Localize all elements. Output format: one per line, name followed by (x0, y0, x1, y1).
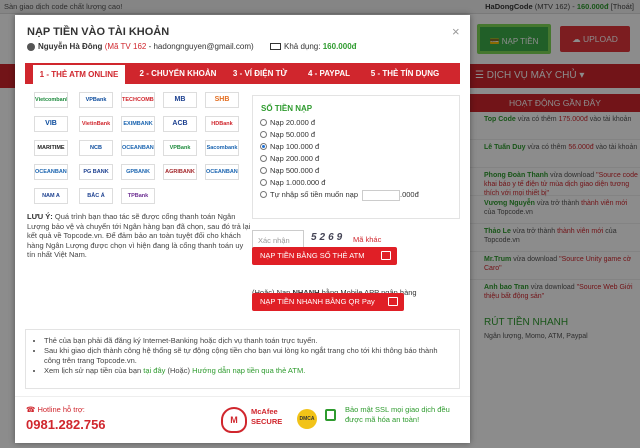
user-name: Nguyễn Hà Đông (38, 42, 103, 51)
bank-option[interactable]: ACB (163, 116, 197, 132)
amount-option-50k[interactable]: Nạp 50.000 đ (260, 129, 315, 140)
user-email: - hadongnguyen@gmail.com) (148, 42, 254, 51)
bank-option[interactable]: TPBank (121, 188, 155, 204)
info-item: Xem lịch sử nạp tiền của bạn tại đây (Ho… (44, 366, 454, 376)
amount-label: Nạp 200.000 đ (270, 154, 320, 163)
bank-option[interactable]: SHB (205, 92, 239, 108)
note-label: LƯU Ý: (27, 212, 53, 221)
available-balance: Khả dụng: 160.000đ (270, 42, 357, 51)
bank-option[interactable]: OCEANBANK (121, 140, 155, 156)
radio-icon[interactable] (260, 131, 267, 138)
amount-option-100k[interactable]: Nạp 100.000 đ (260, 141, 319, 152)
amount-label: Tự nhập số tiền muốn nạp (270, 190, 358, 199)
hotline-phone[interactable]: 0981.282.756 (26, 417, 106, 432)
pay-qr-button[interactable]: NẠP TIỀN NHANH BẰNG QR Pay (252, 293, 404, 311)
note-text: Quá trình bạn thao tác sẽ được cổng than… (27, 212, 251, 259)
amount-label: Nạp 1.000.000 đ (270, 178, 326, 187)
bank-option[interactable]: Vietcombank (34, 92, 68, 108)
money-icon (270, 43, 281, 51)
amount-label: Nạp 500.000 đ (270, 166, 320, 175)
captcha-image: 5269 (311, 232, 346, 243)
pay-atm-label: NẠP TIỀN BẰNG SỐ THẺ ATM (260, 251, 365, 260)
info-or: (Hoặc) (167, 366, 190, 375)
payment-method-tabs: 1 - THẺ ATM ONLINE 2 - CHUYỂN KHOẢN 3 - … (25, 63, 460, 84)
ssl-text: Bảo mật SSL mọi giao dịch đều được mã hó… (345, 405, 450, 424)
amount-option-custom[interactable]: Tự nhập số tiền muốn nạp .000đ (260, 189, 419, 201)
info-box: Thẻ của bạn phải đã đăng ký Internet-Ban… (25, 329, 460, 389)
tab-e-wallet[interactable]: 3 - VÍ ĐIỆN TỬ (225, 63, 295, 84)
captcha-refresh-link[interactable]: Mã khác (353, 235, 381, 244)
bank-option[interactable]: BẮC Á BANK (79, 188, 113, 204)
payment-note: LƯU Ý: Quá trình bạn thao tác sẽ được cổ… (27, 212, 252, 260)
modal-title: NẠP TIỀN VÀO TÀI KHOẢN (27, 26, 170, 38)
bank-option[interactable]: OCEANBANK (34, 164, 68, 180)
tab-credit-card[interactable]: 5 - THẺ TÍN DỤNG (365, 63, 445, 84)
amount-option-20k[interactable]: Nạp 20.000 đ (260, 117, 315, 128)
radio-icon[interactable] (260, 191, 267, 198)
hotline-label-text: Hotline hỗ trợ: (37, 405, 85, 414)
info-item: Sau khi giao dịch thành công hệ thống sẽ… (44, 346, 454, 366)
bank-option[interactable]: VPBank (163, 140, 197, 156)
lock-icon (325, 409, 336, 421)
mcafee-badge: McAfee SECURE (251, 407, 283, 426)
info-list: Thẻ của bạn phải đã đăng ký Internet-Ban… (44, 336, 454, 376)
custom-amount-input[interactable] (362, 189, 400, 201)
amount-title: SỐ TIỀN NẠP (261, 104, 313, 113)
bank-option[interactable]: GPBANK (121, 164, 155, 180)
card-icon (381, 251, 391, 260)
custom-amount-suffix: .000đ (400, 190, 419, 199)
radio-icon[interactable] (260, 119, 267, 126)
amount-option-1m[interactable]: Nạp 1.000.000 đ (260, 177, 325, 188)
qr-icon (388, 297, 398, 306)
history-link[interactable]: tại đây (143, 366, 165, 375)
bank-option[interactable]: OCEANBANK (205, 164, 239, 180)
amount-option-200k[interactable]: Nạp 200.000 đ (260, 153, 319, 164)
bank-option[interactable]: PG BANK (79, 164, 113, 180)
deposit-modal: NẠP TIỀN VÀO TÀI KHOẢN × Nguyễn Hà Đông … (15, 15, 470, 443)
modal-footer: ☎ Hotline hỗ trợ: 0981.282.756 M McAfee … (15, 396, 470, 443)
bank-option[interactable]: MARITIME (34, 140, 68, 156)
bank-option[interactable]: VietinBank (79, 116, 113, 132)
tab-atm-online[interactable]: 1 - THẺ ATM ONLINE (33, 65, 125, 84)
tab-bank-transfer[interactable]: 2 - CHUYỂN KHOẢN (135, 63, 221, 84)
user-icon (27, 42, 35, 51)
bank-option[interactable]: VIB (34, 116, 68, 132)
modal-user-info: Nguyễn Hà Đông (Mã TV 162 - hadongnguyen… (27, 42, 254, 51)
bank-option[interactable]: HDBank (205, 116, 239, 132)
amount-label: Nạp 20.000 đ (270, 118, 316, 127)
bank-option[interactable]: EXIMBANK (121, 116, 155, 132)
radio-icon[interactable] (260, 167, 267, 174)
bank-option[interactable]: MB (163, 92, 197, 108)
tab-paypal[interactable]: 4 - PAYPAL (299, 63, 359, 84)
balance-label: Khả dụng: (284, 42, 321, 51)
hotline-label: ☎ Hotline hỗ trợ: (26, 405, 85, 414)
bank-option[interactable]: AGRIBANK (163, 164, 197, 180)
amount-option-500k[interactable]: Nạp 500.000 đ (260, 165, 319, 176)
guide-link[interactable]: Hướng dẫn nạp tiền qua thẻ ATM. (192, 366, 305, 375)
dmca-badge: DMCA (297, 409, 317, 429)
radio-selected-icon[interactable] (260, 143, 267, 150)
amount-label: Nạp 50.000 đ (270, 130, 316, 139)
bank-option[interactable]: NCB (79, 140, 113, 156)
balance-value: 160.000đ (322, 42, 357, 51)
radio-icon[interactable] (260, 155, 267, 162)
info-item: Thẻ của bạn phải đã đăng ký Internet-Ban… (44, 336, 454, 346)
shield-icon: M (221, 407, 247, 433)
amount-label: Nạp 100.000 đ (270, 142, 320, 151)
pay-qr-label: NẠP TIỀN NHANH BẰNG QR Pay (260, 297, 375, 306)
radio-icon[interactable] (260, 179, 267, 186)
close-icon[interactable]: × (452, 24, 460, 39)
amount-panel: SỐ TIỀN NẠP Nạp 20.000 đ Nạp 50.000 đ Nạ… (252, 95, 460, 219)
bank-option[interactable]: NAM A BANK (34, 188, 68, 204)
bank-option[interactable]: Sacombank (205, 140, 239, 156)
bank-option[interactable]: TECHCOMBANK (121, 92, 155, 108)
info-text: Xem lịch sử nạp tiền của bạn (44, 366, 142, 375)
bank-option[interactable]: VPBank (79, 92, 113, 108)
pay-atm-button[interactable]: NẠP TIỀN BẰNG SỐ THẺ ATM (252, 247, 397, 265)
user-member-id: (Mã TV 162 (104, 42, 147, 51)
